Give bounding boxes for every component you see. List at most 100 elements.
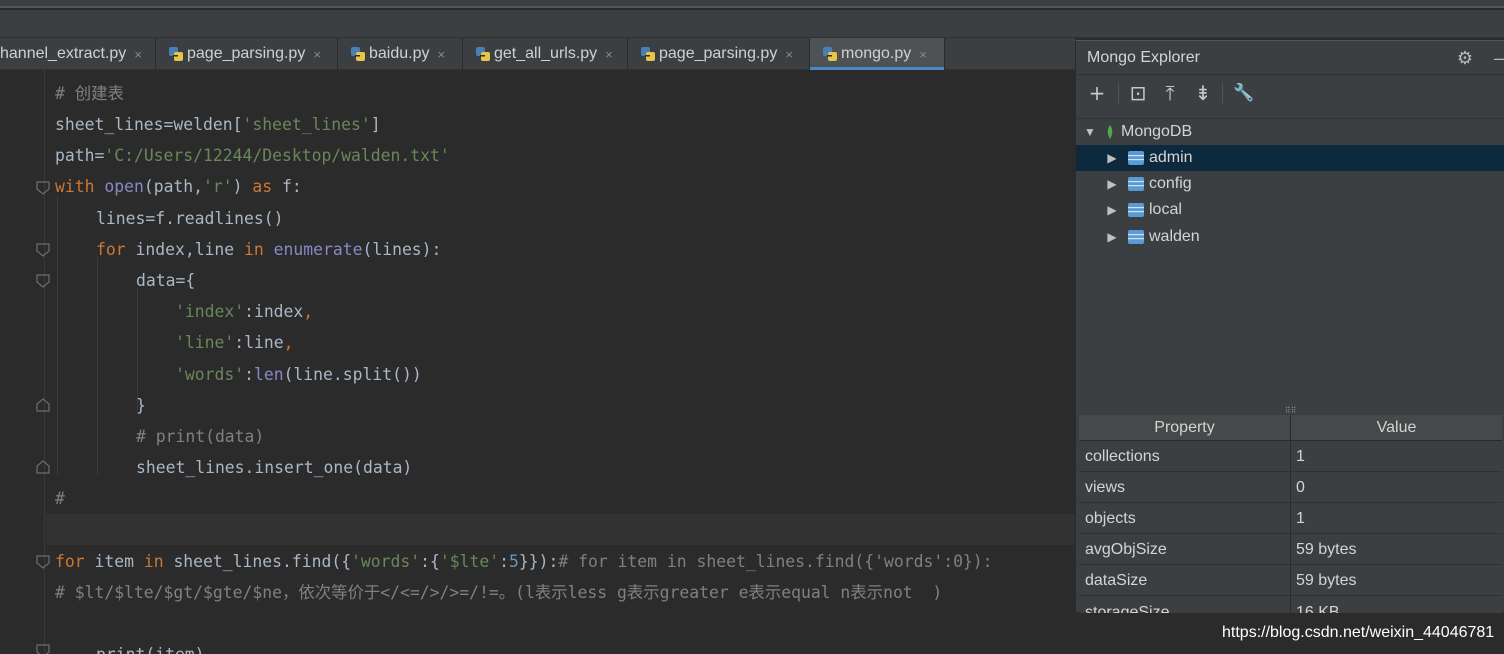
chevron-right-icon[interactable]: ▶ [1105,203,1119,217]
code-line-9: 'line':line, [175,327,293,358]
tab-label: page_parsing.py [187,45,306,62]
python-file-icon [822,46,838,62]
table-row[interactable]: avgObjSize 59 bytes [1079,534,1502,565]
column-header-value[interactable]: Value [1291,415,1502,441]
keyword: for [55,552,95,571]
gear-icon[interactable]: ⚙ [1456,49,1474,67]
python-file-icon [350,46,366,62]
code-line-6: for index,line in enumerate(lines): [96,234,441,265]
code-line-17: print(item) [96,639,205,654]
keyword: , [303,302,314,321]
property-name: avgObjSize [1085,541,1167,558]
keyword: in [244,240,274,259]
add-icon[interactable]: + [1086,82,1108,104]
close-icon[interactable]: × [438,47,446,62]
database-icon [1127,175,1145,193]
code-line-1: # 创建表 [55,78,124,109]
code-text: path= [55,146,105,165]
tree-item-config[interactable]: ▶ config [1076,171,1504,197]
code-line-2: sheet_lines=welden['sheet_lines'] [55,109,381,140]
code-line-14: # [55,483,65,514]
close-icon[interactable]: × [313,47,321,62]
tree-item-walden[interactable]: ▶ walden [1076,224,1504,250]
code-text: }}): [518,552,559,571]
python-file-icon [475,46,491,62]
string-literal: 'words' [175,365,245,384]
table-row[interactable]: views 0 [1079,472,1502,503]
code-line-13: sheet_lines.insert_one(data) [136,452,412,483]
watermark-url: https://blog.csdn.net/weixin_44046781 [1222,624,1495,641]
tab-label: baidu.py [369,45,430,62]
property-value: 0 [1296,479,1305,496]
close-icon[interactable]: × [919,47,927,62]
tree-root-mongodb[interactable]: ▼ MongoDB [1076,119,1504,145]
table-row[interactable]: dataSize 59 bytes [1079,565,1502,596]
keyword: , [283,333,294,352]
tab-page-parsing[interactable]: page_parsing.py × [156,38,338,70]
code-text: :{ [420,552,440,571]
code-line-10: 'words':len(line.split()) [175,359,422,390]
tree-item-admin[interactable]: ▶ admin [1076,145,1504,171]
close-icon[interactable]: × [134,47,142,62]
tree-label: local [1149,201,1182,218]
tree-item-local[interactable]: ▶ local [1076,197,1504,223]
code-text: sheet_lines=welden[ [55,115,243,134]
database-icon [1127,201,1145,219]
code-text: } [136,396,146,415]
code-editor[interactable]: # 创建表 sheet_lines=welden['sheet_lines'] … [0,70,1075,654]
code-text: print(item) [96,645,205,654]
chevron-right-icon[interactable]: ▶ [1105,177,1119,191]
tab-mongo[interactable]: mongo.py × [810,38,945,70]
fold-open-icon[interactable] [36,644,50,654]
fold-close-icon[interactable] [36,398,50,412]
table-row[interactable]: objects 1 [1079,503,1502,534]
code-text: (path, [143,177,204,196]
fold-close-icon[interactable] [36,460,50,474]
tab-label: hannel_extract.py [0,45,127,62]
builtin: len [253,365,284,384]
code-text: (line.split()) [283,365,422,384]
chevron-right-icon[interactable]: ▶ [1105,230,1119,244]
python-file-icon [640,46,656,62]
string-literal: 'r' [203,177,233,196]
query-icon[interactable]: ⊡ [1127,82,1149,104]
code-line-3: path='C:/Users/12244/Desktop/walden.txt' [55,140,450,171]
main-toolbar [0,10,1504,38]
code-line-4: with open(path,'r') as f: [55,171,302,202]
fold-open-icon[interactable] [36,274,50,288]
collapse-all-icon[interactable]: ⇟ [1192,82,1214,104]
comment: # $lt/$lte/$gt/$gte/$ne，依次等价于</<=/>/>=/!… [55,583,943,602]
code-text: lines=f.readlines() [96,209,284,228]
table-row[interactable]: storageSize 16 KB [1079,597,1502,613]
code-text: :index [244,302,304,321]
tab-page-parsing-2[interactable]: page_parsing.py × [628,38,810,70]
mongo-explorer-panel: Mongo Explorer ⚙ – + ⊡ ⤒ ⇟ 🔧 ▼ MongoDB ▶… [1075,40,1504,613]
editor-tab-bar: hannel_extract.py × page_parsing.py × ba… [0,38,1075,70]
expand-all-icon[interactable]: ⤒ [1159,82,1181,104]
table-row[interactable]: collections 1 [1079,441,1502,472]
fold-open-icon[interactable] [36,181,50,195]
code-line-11: } [136,390,146,421]
chevron-down-icon[interactable]: ▼ [1083,125,1097,139]
code-text: data={ [136,271,196,290]
tab-baidu[interactable]: baidu.py × [338,38,463,70]
close-icon[interactable]: × [785,47,793,62]
property-name: objects [1085,510,1136,527]
minus-icon[interactable]: – [1490,49,1504,67]
wrench-icon[interactable]: 🔧 [1233,82,1255,104]
property-name: storageSize [1085,604,1170,613]
tree-label: MongoDB [1121,123,1193,140]
tab-get-all-urls[interactable]: get_all_urls.py × [463,38,628,70]
tab-hannel-extract[interactable]: hannel_extract.py × [0,38,156,70]
property-name: views [1085,479,1126,496]
mongodb-leaf-icon [1105,125,1115,139]
close-icon[interactable]: × [605,47,613,62]
fold-open-icon[interactable] [36,243,50,257]
tab-label: get_all_urls.py [494,45,598,62]
fold-open-icon[interactable] [36,555,50,569]
string-literal: 'index' [175,302,245,321]
property-value: 1 [1296,510,1305,527]
splitter-handle[interactable]: ⠿⠿ [1076,407,1504,415]
column-header-property[interactable]: Property [1079,415,1290,441]
chevron-right-icon[interactable]: ▶ [1105,151,1119,165]
